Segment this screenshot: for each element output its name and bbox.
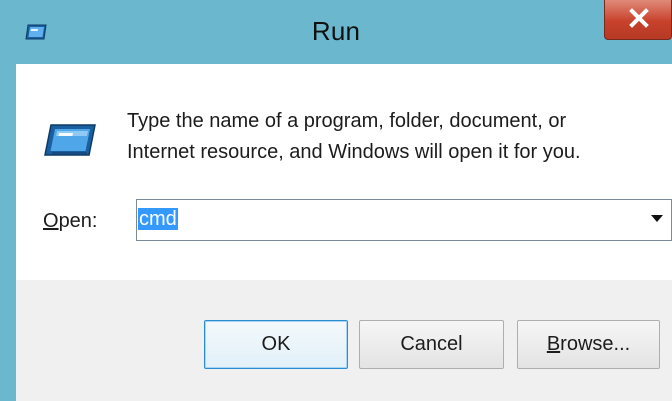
browse-access-key: B <box>546 333 561 355</box>
open-label-text: pen: <box>58 210 98 232</box>
open-combobox[interactable]: cmd <box>136 199 672 241</box>
browse-button[interactable]: Browse... <box>517 320 660 369</box>
open-input[interactable]: cmd <box>138 208 178 230</box>
dialog-body: Type the name of a program, folder, docu… <box>16 64 672 280</box>
run-dialog: Run Type the name of a program, folder, … <box>0 0 672 401</box>
ok-button[interactable]: OK <box>204 320 348 369</box>
close-button[interactable] <box>604 0 672 40</box>
run-icon <box>43 122 97 158</box>
description-text: Type the name of a program, folder, docu… <box>127 106 657 168</box>
title-bar[interactable]: Run <box>0 0 672 64</box>
window-title: Run <box>311 16 361 46</box>
browse-label: rowse... <box>560 333 631 355</box>
cancel-button[interactable]: Cancel <box>359 320 504 369</box>
description-line: Type the name of a program, folder, docu… <box>127 110 567 132</box>
open-label-access-key: O <box>43 210 59 232</box>
button-bar: OK Cancel Browse... <box>16 280 672 401</box>
chevron-down-icon[interactable] <box>651 215 663 222</box>
description-line: Internet resource, and Windows will open… <box>127 141 581 163</box>
close-icon <box>629 8 649 28</box>
open-label: Open: <box>43 210 98 233</box>
